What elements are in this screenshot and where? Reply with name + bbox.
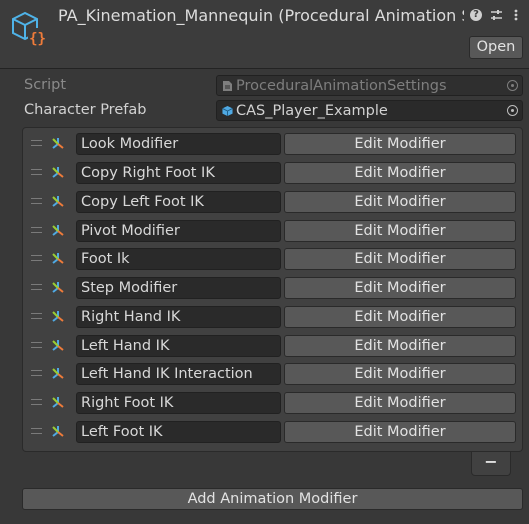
object-picker-icon[interactable]	[507, 105, 518, 116]
script-file-icon	[223, 81, 232, 91]
drag-handle-icon[interactable]	[31, 255, 42, 261]
edit-modifier-button[interactable]: Edit Modifier	[284, 248, 516, 270]
script-label: Script	[24, 77, 67, 93]
modifier-asset-icon	[52, 196, 64, 207]
modifier-name-field[interactable]: Left Foot IK	[76, 421, 281, 443]
help-icon[interactable]: ?	[469, 8, 483, 22]
drag-handle-icon[interactable]	[31, 227, 42, 233]
modifier-name-field[interactable]: Left Hand IK Interaction	[76, 363, 281, 385]
open-button[interactable]: Open	[469, 36, 523, 59]
drag-handle-icon[interactable]	[31, 342, 42, 348]
drag-handle-icon[interactable]	[31, 284, 42, 290]
modifier-asset-icon	[52, 225, 64, 236]
remove-element-button[interactable]: −	[478, 454, 504, 472]
list-item: Copy Left Foot IK Edit Modifier	[23, 190, 522, 214]
drag-handle-icon[interactable]	[31, 428, 42, 434]
modifier-asset-icon	[52, 138, 64, 149]
modifier-asset-icon	[52, 253, 64, 264]
character-prefab-value: CAS_Player_Example	[236, 103, 388, 119]
modifier-name-field[interactable]: Copy Right Foot IK	[76, 162, 281, 184]
modifier-name-field[interactable]: Right Hand IK	[76, 306, 281, 328]
modifier-name-field[interactable]: Left Hand IK	[76, 335, 281, 357]
list-item: Foot Ik Edit Modifier	[23, 247, 522, 271]
edit-modifier-button[interactable]: Edit Modifier	[284, 133, 516, 155]
character-prefab-row: Character Prefab CAS_Player_Example	[24, 100, 524, 121]
drag-handle-icon[interactable]	[31, 399, 42, 405]
edit-modifier-button[interactable]: Edit Modifier	[284, 162, 516, 184]
list-item: Left Hand IK Edit Modifier	[23, 334, 522, 358]
settings-sliders-icon[interactable]	[489, 8, 503, 22]
edit-modifier-button[interactable]: Edit Modifier	[284, 220, 516, 242]
edit-modifier-button[interactable]: Edit Modifier	[284, 191, 516, 213]
more-vert-icon[interactable]	[509, 8, 523, 22]
character-prefab-label: Character Prefab	[24, 102, 147, 118]
drag-handle-icon[interactable]	[31, 370, 42, 376]
modifier-asset-icon	[52, 167, 64, 178]
prefab-cube-icon	[222, 105, 233, 117]
list-item: Left Foot IK Edit Modifier	[23, 420, 522, 444]
list-footer: −	[471, 452, 511, 476]
script-property-row: Script ProceduralAnimationSettings	[24, 75, 524, 96]
modifier-asset-icon	[52, 426, 64, 437]
list-item: Right Foot IK Edit Modifier	[23, 391, 522, 415]
edit-modifier-button[interactable]: Edit Modifier	[284, 335, 516, 357]
list-item: Copy Right Foot IK Edit Modifier	[23, 161, 522, 185]
edit-modifier-button[interactable]: Edit Modifier	[284, 392, 516, 414]
modifier-name-field[interactable]: Step Modifier	[76, 277, 281, 299]
modifier-name-field[interactable]: Copy Left Foot IK	[76, 191, 281, 213]
edit-modifier-button[interactable]: Edit Modifier	[284, 363, 516, 385]
modifier-list: Look Modifier Edit Modifier Copy Right F…	[22, 127, 523, 452]
script-value: ProceduralAnimationSettings	[236, 78, 447, 94]
brace-glyph: {}	[29, 31, 46, 47]
list-item: Right Hand IK Edit Modifier	[23, 305, 522, 329]
edit-modifier-button[interactable]: Edit Modifier	[284, 277, 516, 299]
edit-modifier-button[interactable]: Edit Modifier	[284, 421, 516, 443]
drag-handle-icon[interactable]	[31, 198, 42, 204]
inspector-header: {} PA_Kinemation_Mannequin (Procedural A…	[0, 0, 529, 69]
modifier-asset-icon	[52, 282, 64, 293]
drag-handle-icon[interactable]	[31, 140, 42, 146]
edit-modifier-button[interactable]: Edit Modifier	[284, 306, 516, 328]
modifier-asset-icon	[52, 368, 64, 379]
modifier-asset-icon	[52, 311, 64, 322]
object-picker-icon	[507, 80, 518, 91]
drag-handle-icon[interactable]	[31, 169, 42, 175]
character-prefab-field[interactable]: CAS_Player_Example	[216, 100, 523, 121]
script-field: ProceduralAnimationSettings	[216, 75, 523, 96]
list-item: Pivot Modifier Edit Modifier	[23, 219, 522, 243]
list-item: Look Modifier Edit Modifier	[23, 132, 522, 156]
list-item: Step Modifier Edit Modifier	[23, 276, 522, 300]
modifier-name-field[interactable]: Pivot Modifier	[76, 220, 281, 242]
script-asset-icon: {}	[12, 11, 47, 47]
modifier-asset-icon	[52, 340, 64, 351]
drag-handle-icon[interactable]	[31, 313, 42, 319]
modifier-name-field[interactable]: Right Foot IK	[76, 392, 281, 414]
modifier-name-field[interactable]: Look Modifier	[76, 133, 281, 155]
add-animation-modifier-button[interactable]: Add Animation Modifier	[22, 488, 523, 510]
list-item: Left Hand IK Interaction Edit Modifier	[23, 362, 522, 386]
asset-title: PA_Kinemation_Mannequin (Procedural Anim…	[58, 6, 464, 25]
modifier-asset-icon	[52, 397, 64, 408]
modifier-name-field[interactable]: Foot Ik	[76, 248, 281, 270]
